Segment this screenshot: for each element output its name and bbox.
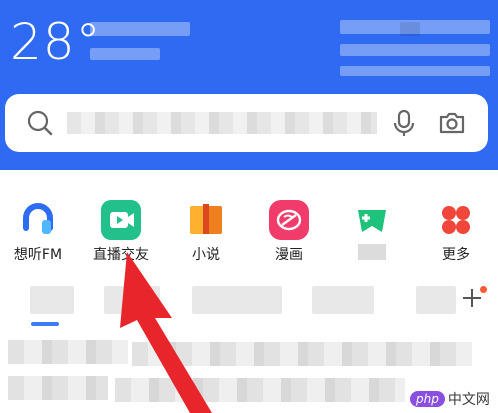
location-blur bbox=[90, 22, 190, 36]
shortcut-label: 直播交友 bbox=[93, 247, 149, 263]
site-watermark: php 中文网 bbox=[410, 388, 494, 410]
header: 28° bbox=[0, 0, 498, 170]
feed-tab-4[interactable] bbox=[312, 286, 374, 314]
book-icon bbox=[186, 200, 226, 240]
weather-blur bbox=[90, 48, 160, 60]
feed-item-blur[interactable] bbox=[115, 378, 405, 402]
shortcut-fm[interactable]: 想听FM bbox=[2, 200, 74, 264]
search-icon[interactable] bbox=[25, 108, 55, 138]
feed-tab-3[interactable] bbox=[192, 286, 282, 314]
shortcut-novel[interactable]: 小说 bbox=[170, 200, 242, 264]
info-blur-2 bbox=[340, 44, 490, 56]
shortcut-comic[interactable]: 漫画 bbox=[253, 200, 325, 264]
temperature: 28° bbox=[10, 13, 102, 71]
feed-tab-5[interactable] bbox=[416, 286, 456, 314]
feed-item-blur[interactable] bbox=[8, 376, 108, 400]
feed-item-blur[interactable] bbox=[8, 340, 128, 364]
active-tab-indicator bbox=[31, 322, 59, 326]
shortcut-label: 漫画 bbox=[275, 247, 303, 263]
camera-icon[interactable] bbox=[437, 108, 467, 138]
info-blur-3 bbox=[340, 66, 490, 76]
feed-tab-2[interactable] bbox=[104, 286, 160, 314]
shortcut-label: 想听FM bbox=[13, 247, 63, 263]
shortcut-label bbox=[358, 244, 386, 260]
game-controller-icon bbox=[352, 200, 392, 240]
shortcut-live[interactable]: 直播交友 bbox=[85, 200, 157, 264]
watermark-text: 中文网 bbox=[447, 392, 490, 408]
shortcut-game[interactable] bbox=[336, 200, 408, 260]
microphone-icon[interactable] bbox=[389, 108, 419, 138]
notification-dot bbox=[480, 286, 487, 293]
more-grid-icon bbox=[436, 200, 476, 240]
info-blur-4 bbox=[400, 22, 420, 36]
shortcut-label: 更多 bbox=[442, 247, 470, 263]
comic-icon bbox=[269, 200, 309, 240]
search-bar[interactable] bbox=[5, 94, 488, 152]
search-placeholder-blur[interactable] bbox=[67, 112, 377, 134]
feed-item-blur[interactable] bbox=[132, 342, 472, 366]
shortcut-label: 小说 bbox=[192, 247, 220, 263]
headphones-icon bbox=[18, 200, 58, 240]
watermark-badge: php bbox=[410, 391, 445, 407]
live-video-icon bbox=[101, 200, 141, 240]
feed-tab-1[interactable] bbox=[30, 286, 74, 314]
shortcut-more[interactable]: 更多 bbox=[420, 200, 492, 264]
